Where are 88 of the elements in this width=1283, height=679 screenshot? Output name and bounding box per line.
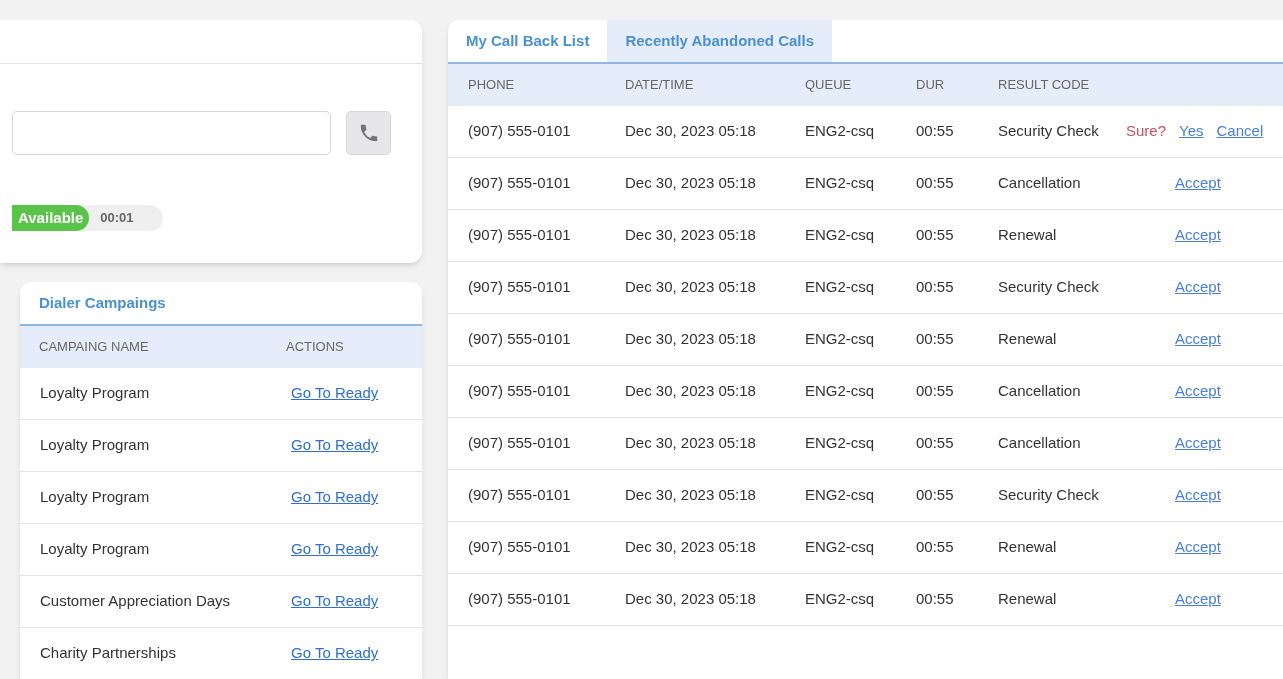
table-cell-text: Dec 30, 2023 05:18 [625, 225, 757, 246]
campaign-name: Loyalty Program [39, 435, 151, 456]
accept-link[interactable]: Accept [1175, 328, 1221, 351]
table-cell-text: Dec 30, 2023 05:18 [625, 121, 757, 142]
table-cell-text: ENG2-csq [805, 381, 876, 402]
table-cell-text: ENG2-csq [805, 225, 876, 246]
table-cell-text: Dec 30, 2023 05:18 [625, 537, 757, 558]
table-cell-text: Security Check [998, 485, 1100, 506]
table-cell-text: Dec 30, 2023 05:18 [625, 433, 757, 454]
table-cell-text: ENG2-csq [805, 485, 876, 506]
table-cell-text: (907) 555-0101 [468, 485, 572, 506]
column-header: DUR [916, 76, 946, 95]
table-cell-text: 00:55 [916, 381, 955, 402]
table-cell-text: ENG2-csq [805, 537, 876, 558]
go-to-ready-link[interactable]: Go To Ready [291, 382, 379, 405]
go-to-ready-link[interactable]: Go To Ready [291, 538, 379, 561]
go-to-ready-link[interactable]: Go To Ready [291, 486, 379, 509]
campaign-name: Loyalty Program [39, 487, 151, 508]
card-title: Dialer Campaings [39, 292, 166, 313]
table-cell-text: (907) 555-0101 [468, 329, 572, 350]
table-cell-text: Dec 30, 2023 05:18 [625, 277, 757, 298]
table-cell-text: (907) 555-0101 [468, 173, 572, 194]
table-cell-text: ENG2-csq [805, 589, 876, 610]
campaign-name: Charity Partnerships [39, 643, 177, 664]
table-cell-text: (907) 555-0101 [468, 121, 572, 142]
table-cell-text: 00:55 [916, 121, 955, 142]
table-cell-text: 00:55 [916, 225, 955, 246]
accept-link[interactable]: Accept [1175, 172, 1221, 195]
table-cell-text: ENG2-csq [805, 277, 876, 298]
table-cell-text: (907) 555-0101 [468, 381, 572, 402]
table-cell-text: Security Check [998, 277, 1100, 298]
accept-link[interactable]: Accept [1175, 276, 1221, 299]
table-cell-text: 00:55 [916, 329, 955, 350]
table-cell-text: (907) 555-0101 [468, 225, 572, 246]
table-cell-text: Cancellation [998, 173, 1082, 194]
column-header: PHONE [468, 76, 516, 95]
table-cell-text: Renewal [998, 329, 1058, 350]
campaign-name: Loyalty Program [39, 539, 151, 560]
accept-link[interactable]: Accept [1175, 588, 1221, 611]
table-cell-text: Dec 30, 2023 05:18 [625, 381, 757, 402]
table-cell-text: Security Check [998, 121, 1100, 142]
table-cell-text: ENG2-csq [805, 433, 876, 454]
table-cell-text: ENG2-csq [805, 329, 876, 350]
accept-link[interactable]: Accept [1175, 224, 1221, 247]
table-cell-text: Renewal [998, 537, 1058, 558]
table-cell-text: Dec 30, 2023 05:18 [625, 173, 757, 194]
confirm-prompt: Sure? [1126, 121, 1167, 142]
table-cell-text: ENG2-csq [805, 121, 876, 142]
table-cell-text: Cancellation [998, 433, 1082, 454]
campaign-name: Customer Appreciation Days [39, 591, 232, 612]
call-button[interactable] [346, 111, 391, 155]
go-to-ready-link[interactable]: Go To Ready [291, 642, 379, 665]
table-cell-text: 00:55 [916, 589, 955, 610]
table-cell-text: Dec 30, 2023 05:18 [625, 589, 757, 610]
table-cell-text: Dec 30, 2023 05:18 [625, 485, 757, 506]
cancel-link[interactable]: Cancel [1216, 120, 1264, 143]
table-cell-text: 00:55 [916, 485, 955, 506]
accept-link[interactable]: Accept [1175, 432, 1221, 455]
campaign-name: Loyalty Program [39, 383, 151, 404]
table-cell-text: (907) 555-0101 [468, 433, 572, 454]
table-cell-text: (907) 555-0101 [468, 537, 572, 558]
table-cell-text: 00:55 [916, 433, 955, 454]
column-header: RESULT CODE [998, 76, 1091, 95]
tab[interactable]: My Call Back List [448, 20, 608, 62]
table-cell-text: (907) 555-0101 [468, 277, 572, 298]
column-header: DATE/TIME [625, 76, 695, 95]
table-cell-text: 00:55 [916, 173, 955, 194]
table-cell-text: Cancellation [998, 381, 1082, 402]
table-cell-text: ENG2-csq [805, 173, 876, 194]
yes-link[interactable]: Yes [1179, 120, 1204, 143]
accept-link[interactable]: Accept [1175, 484, 1221, 507]
table-cell-text: 00:55 [916, 277, 955, 298]
phone-input-field[interactable] [12, 111, 331, 155]
status-timer: 00:01 [100, 209, 134, 228]
column-header: CAMPAING NAME [38, 338, 150, 357]
go-to-ready-link[interactable]: Go To Ready [291, 590, 379, 613]
accept-link[interactable]: Accept [1175, 380, 1221, 403]
column-header: ACTIONS [286, 338, 344, 357]
table-cell-text: Dec 30, 2023 05:18 [625, 329, 757, 350]
go-to-ready-link[interactable]: Go To Ready [291, 434, 379, 457]
accept-link[interactable]: Accept [1175, 536, 1221, 559]
table-cell-text: 00:55 [916, 537, 955, 558]
tab[interactable]: Recently Abandoned Calls [607, 20, 833, 62]
table-cell-text: Renewal [998, 225, 1058, 246]
table-cell-text: (907) 555-0101 [468, 589, 572, 610]
column-header: QUEUE [805, 76, 853, 95]
table-cell-text: Renewal [998, 589, 1058, 610]
status-badge: Available [12, 205, 90, 231]
